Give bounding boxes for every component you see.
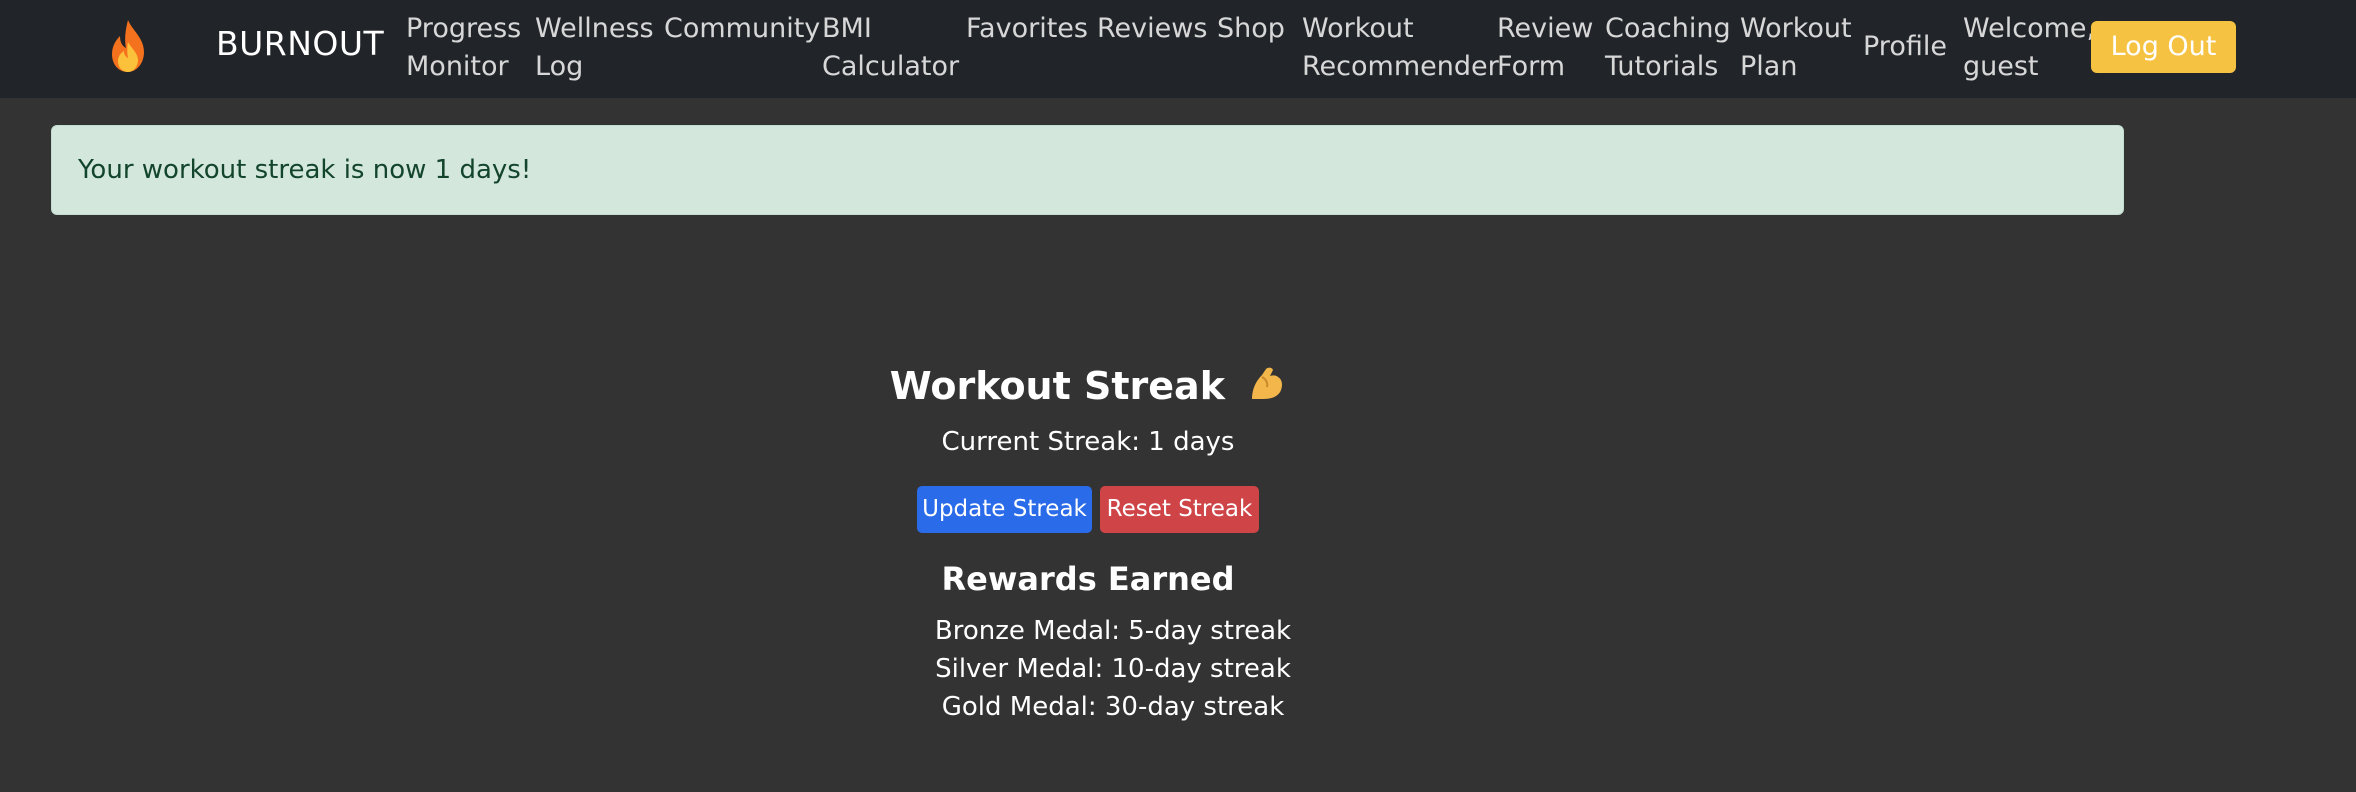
reward-item-bronze: Bronze Medal: 5-day streak <box>934 616 1292 646</box>
reward-item-silver: Silver Medal: 10-day streak <box>935 654 1291 684</box>
flexed-biceps-icon <box>1246 363 1286 403</box>
reward-item-gold: Gold Medal: 30-day streak <box>941 692 1285 722</box>
rewards-list: Bronze Medal: 5-day streak Silver Medal:… <box>0 612 2226 726</box>
rewards-heading: Rewards Earned <box>941 560 1235 598</box>
nav-workout-plan[interactable]: Workout Plan <box>1740 10 1852 86</box>
nav-progress-monitor[interactable]: Progress Monitor <box>406 10 521 86</box>
brand-name[interactable]: BURNOUT <box>216 24 384 64</box>
nav-bmi-calculator[interactable]: BMI Calculator <box>822 10 959 86</box>
nav-community[interactable]: Community <box>664 10 820 48</box>
success-alert: Your workout streak is now 1 days! <box>51 125 2124 215</box>
nav-profile[interactable]: Profile <box>1863 28 1947 66</box>
nav-shop[interactable]: Shop <box>1217 10 1285 48</box>
streak-heading: Workout Streak <box>0 360 2176 412</box>
nav-reviews[interactable]: Reviews <box>1097 10 1207 48</box>
fire-icon[interactable] <box>104 18 152 74</box>
logout-button[interactable]: Log Out <box>2091 21 2236 73</box>
reset-streak-button[interactable]: Reset Streak <box>1100 486 1259 533</box>
top-navbar: BURNOUT Progress Monitor Wellness Log Co… <box>0 0 2356 98</box>
nav-review-form[interactable]: Review Form <box>1497 10 1593 86</box>
welcome-text: Welcome, guest <box>1963 13 2096 82</box>
streak-title: Workout Streak <box>889 364 1225 408</box>
nav-wellness-log[interactable]: Wellness Log <box>535 10 654 86</box>
update-streak-button[interactable]: Update Streak <box>917 486 1092 533</box>
nav-workout-recommender[interactable]: Workout Recommender <box>1302 10 1499 86</box>
nav-favorites[interactable]: Favorites <box>966 10 1088 48</box>
alert-message: Your workout streak is now 1 days! <box>78 155 532 185</box>
nav-coaching-tutorials[interactable]: Coaching Tutorials <box>1605 10 1731 86</box>
current-streak-text: Current Streak: 1 days <box>941 427 1235 457</box>
